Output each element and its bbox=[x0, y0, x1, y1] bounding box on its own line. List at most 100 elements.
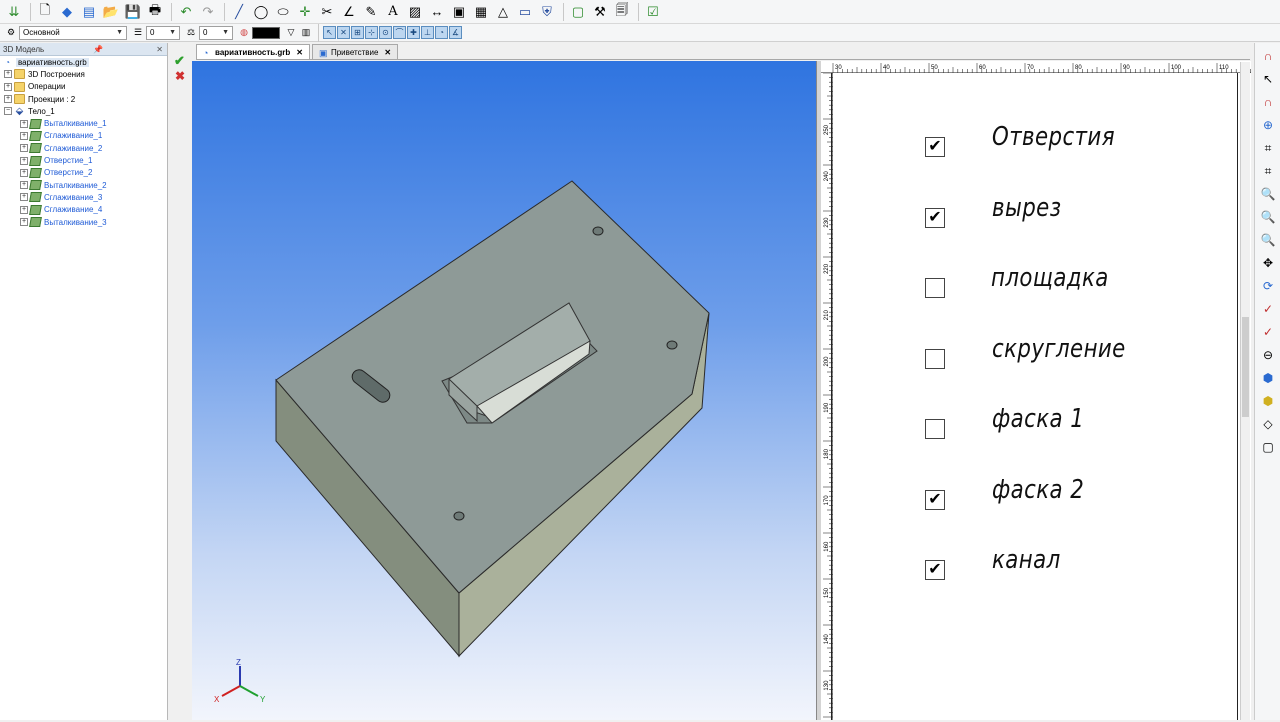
tree-item-projections[interactable]: + Проекции : 2 bbox=[0, 93, 167, 105]
rotate-icon[interactable]: ⟳ bbox=[1258, 276, 1278, 296]
ellipse-tool-icon[interactable]: ⬭ bbox=[273, 2, 293, 22]
snap-node-icon[interactable]: ✕ bbox=[337, 26, 350, 39]
trim-tool-icon[interactable]: ✂ bbox=[317, 2, 337, 22]
zoom-all-icon[interactable]: ⌗ bbox=[1258, 161, 1278, 181]
new-3d-model-icon[interactable]: ◆ bbox=[57, 2, 77, 22]
save-icon[interactable]: 💾 bbox=[123, 2, 143, 22]
expand-icon[interactable]: + bbox=[20, 131, 28, 140]
snap-angle-icon[interactable]: ∡ bbox=[449, 26, 462, 39]
tree-item-smooth-3[interactable]: + Сглаживание_3 bbox=[0, 191, 167, 203]
cube-view-icon[interactable]: ⬢ bbox=[1258, 368, 1278, 388]
option-checkbox[interactable]: ✔ bbox=[925, 489, 945, 510]
tree-item-hole-2[interactable]: + Отверстие_2 bbox=[0, 167, 167, 179]
text-tool-icon[interactable]: A bbox=[383, 2, 403, 22]
library-icon[interactable]: 🗐 bbox=[612, 2, 632, 22]
tree-item-extrude-3[interactable]: + Выталкивание_3 bbox=[0, 216, 167, 228]
expand-icon[interactable]: + bbox=[20, 144, 28, 153]
drawing-sheet[interactable]: 30 40 50 60 70 80 90 100 110 250 240 230 220 210 200 1… bbox=[821, 61, 1251, 720]
expand-icon[interactable]: + bbox=[20, 218, 28, 226]
option-row[interactable]: ✔ канал bbox=[925, 545, 1060, 580]
layer-combo[interactable]: 0 ▼ bbox=[146, 25, 180, 40]
option-row[interactable]: ✔ вырез bbox=[925, 193, 1061, 228]
pin-icon[interactable]: 📌 bbox=[93, 45, 103, 54]
cursor-icon[interactable]: ↖ bbox=[1258, 69, 1278, 89]
tree-root[interactable]: ◔ вариативность.grb bbox=[0, 56, 167, 68]
snap-magnet-icon[interactable]: ∩ bbox=[1258, 92, 1278, 112]
option-row[interactable]: скругление bbox=[925, 334, 1125, 369]
weight-combo[interactable]: 0 ▼ bbox=[199, 25, 233, 40]
close-icon[interactable]: ✕ bbox=[384, 48, 391, 57]
tree-item-operations[interactable]: + Операции bbox=[0, 81, 167, 93]
roughness-icon[interactable]: △ bbox=[493, 2, 513, 22]
properties-icon[interactable]: ▥ bbox=[299, 26, 313, 40]
style-combo[interactable]: Основной ▼ bbox=[19, 25, 127, 40]
point-tool-icon[interactable]: ✛ bbox=[295, 2, 315, 22]
expand-icon[interactable]: + bbox=[20, 156, 28, 165]
tree-item-smooth-4[interactable]: + Сглаживание_4 bbox=[0, 204, 167, 216]
shaded-view-icon[interactable]: ⬢ bbox=[1258, 391, 1278, 411]
close-icon[interactable]: ✕ bbox=[296, 48, 303, 57]
macro-icon[interactable]: ⚒ bbox=[590, 2, 610, 22]
box-view-icon[interactable]: ▢ bbox=[1258, 437, 1278, 457]
option-checkbox[interactable]: ✔ bbox=[925, 207, 945, 228]
circle-tool-icon[interactable]: ◯ bbox=[251, 2, 271, 22]
color-swatch[interactable] bbox=[252, 26, 280, 39]
zoom-in-icon[interactable]: 🔍 bbox=[1258, 184, 1278, 204]
section-icon[interactable]: ⊖ bbox=[1258, 345, 1278, 365]
snap-quadrant-icon[interactable]: ◔ bbox=[435, 26, 448, 39]
label-icon[interactable]: ▭ bbox=[515, 2, 535, 22]
snap-normal-icon[interactable]: ⊥ bbox=[421, 26, 434, 39]
zoom-fit-icon[interactable]: ⌗ bbox=[1258, 138, 1278, 158]
new-drawing-icon[interactable]: ▤ bbox=[79, 2, 99, 22]
expand-icon[interactable]: + bbox=[20, 193, 28, 202]
vertical-scrollbar[interactable] bbox=[1240, 62, 1250, 720]
snap-center-icon[interactable]: ⊙ bbox=[379, 26, 392, 39]
option-row[interactable]: ✔ Отверстия bbox=[925, 122, 1115, 157]
line-tool-icon[interactable]: ╱ bbox=[229, 2, 249, 22]
option-checkbox[interactable] bbox=[925, 278, 945, 298]
tree-item-smooth-2[interactable]: + Сглаживание_2 bbox=[0, 142, 167, 154]
undo-icon[interactable]: ↶ bbox=[176, 2, 196, 22]
validate-icon[interactable]: ✓ bbox=[1258, 322, 1278, 342]
zoom-window-icon[interactable]: ⊕ bbox=[1258, 115, 1278, 135]
tree-item-hole-1[interactable]: + Отверстие_1 bbox=[0, 154, 167, 166]
tree-item-extrude-1[interactable]: + Выталкивание_1 bbox=[0, 117, 167, 129]
expand-icon[interactable]: + bbox=[4, 95, 12, 104]
option-checkbox[interactable]: ✔ bbox=[925, 137, 945, 157]
tab-welcome[interactable]: ▣ Приветствие ✕ bbox=[311, 44, 399, 59]
option-row[interactable]: фаска 1 bbox=[925, 404, 1084, 439]
snap-intersection-icon[interactable]: ✚ bbox=[407, 26, 420, 39]
scrollbar-thumb[interactable] bbox=[1242, 317, 1249, 417]
snap-tangent-icon[interactable]: ⌒ bbox=[393, 26, 406, 39]
print-icon[interactable]: 🖶 bbox=[145, 2, 165, 22]
option-row[interactable]: ✔ фаска 2 bbox=[925, 475, 1084, 510]
zoom-out-icon[interactable]: 🔍 bbox=[1258, 207, 1278, 227]
fragment-icon[interactable]: ▣ bbox=[449, 2, 469, 22]
hatch-tool-icon[interactable]: ▨ bbox=[405, 2, 425, 22]
tree-item-extrude-2[interactable]: + Выталкивание_2 bbox=[0, 179, 167, 191]
check-icon[interactable]: ☑ bbox=[643, 2, 663, 22]
expand-icon[interactable]: + bbox=[20, 168, 28, 177]
collapse-toolbar-icon[interactable]: ⇊ bbox=[4, 2, 24, 22]
option-row[interactable]: площадка bbox=[925, 263, 1108, 298]
dimension-tool-icon[interactable]: ∠ bbox=[339, 2, 359, 22]
table-icon[interactable]: ▦ bbox=[471, 2, 491, 22]
cancel-cross-icon[interactable]: ✖ bbox=[175, 69, 185, 83]
expand-icon[interactable]: + bbox=[4, 82, 12, 91]
new-document-icon[interactable]: 🗋 bbox=[35, 2, 55, 22]
tree-item-smooth-1[interactable]: + Сглаживание_1 bbox=[0, 130, 167, 142]
option-checkbox[interactable] bbox=[925, 348, 945, 369]
filter-icon[interactable]: ▽ bbox=[284, 26, 298, 40]
collapse-icon[interactable]: − bbox=[4, 107, 12, 116]
check-model-icon[interactable]: ✓ bbox=[1258, 299, 1278, 319]
tolerance-icon[interactable]: ⛨ bbox=[537, 2, 557, 22]
wireframe-icon[interactable]: ◇ bbox=[1258, 414, 1278, 434]
tree-item-constructions[interactable]: + 3D Построения bbox=[0, 68, 167, 80]
expand-icon[interactable]: + bbox=[20, 205, 28, 214]
frame-icon[interactable]: ▢ bbox=[568, 2, 588, 22]
option-checkbox[interactable]: ✔ bbox=[925, 560, 945, 580]
snap-cursor-icon[interactable]: ↖ bbox=[323, 26, 336, 39]
3d-viewport[interactable]: Z X Y bbox=[192, 61, 817, 720]
close-icon[interactable]: ✕ bbox=[156, 45, 163, 54]
open-icon[interactable]: 📂 bbox=[101, 2, 121, 22]
